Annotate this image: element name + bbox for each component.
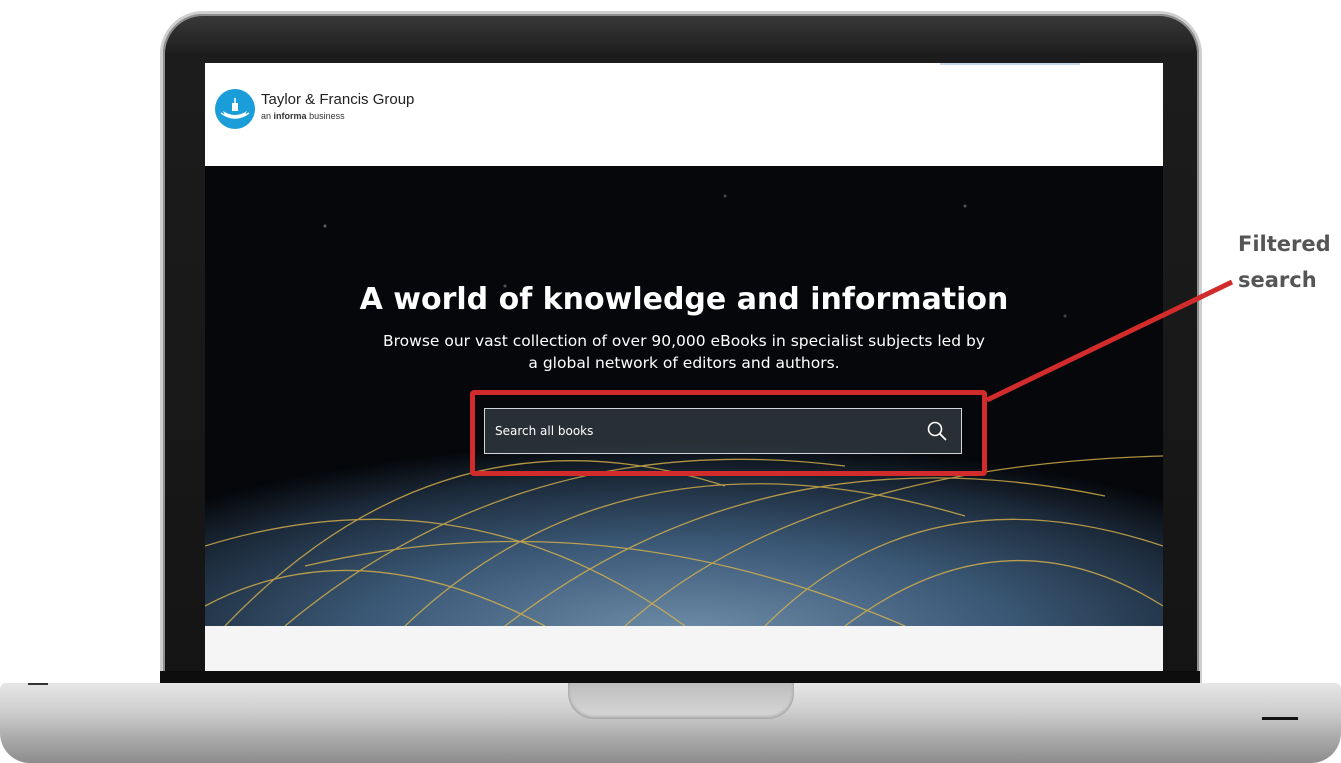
laptop-base-detail-left [28,683,48,685]
brand-tagline: an informa business [261,111,345,121]
browser-screen: Taylor & Francis Group an informa busine… [205,63,1163,671]
hero-subtitle: Browse our vast collection of over 90,00… [383,332,985,372]
laptop-base-detail [1262,717,1298,720]
header-accent-bar [940,63,1080,65]
hero-title: A world of knowledge and information [359,282,1009,317]
content-area [205,626,1163,671]
annotation-line-2: search [1238,268,1317,292]
annotation-highlight-box [470,390,987,476]
annotation-label: Filtered search [1238,226,1331,298]
annotation-line-1: Filtered [1238,232,1331,256]
laptop-hinge [160,671,1200,683]
site-header: Taylor & Francis Group an informa busine… [205,63,1163,166]
brand-name[interactable]: Taylor & Francis Group [261,91,414,109]
taylor-francis-logo-icon[interactable] [215,89,255,129]
laptop-notch [568,683,794,719]
